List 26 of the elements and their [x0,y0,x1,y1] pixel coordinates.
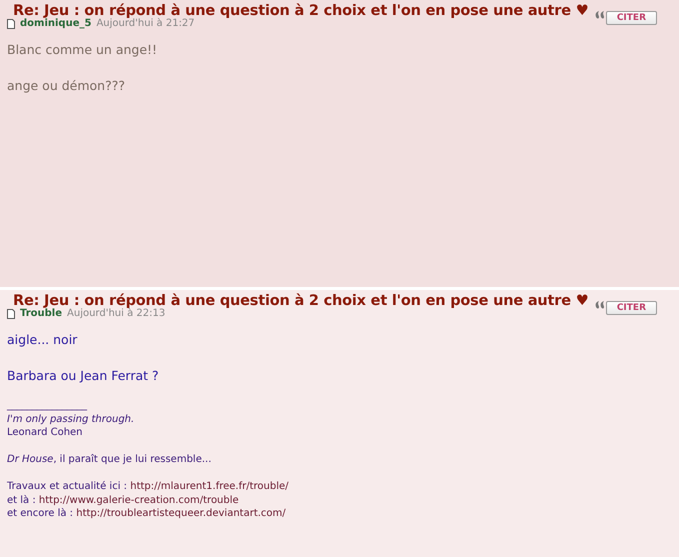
quote-icon [594,11,605,19]
post-text: Barbara ou Jean Ferrat ? [7,367,160,385]
post-title: Re: Jeu : on répond à une question à 2 choix et l'on en pose une autre ♥ [13,293,588,309]
document-icon [7,18,15,28]
post-text: Blanc comme un ange!! [7,41,158,59]
signature-separator: ________________ [7,399,88,412]
signature-text: et là : [7,494,36,506]
post-date: Aujourd'hui à 22:13 [67,308,166,319]
signature-link[interactable]: http://mlaurent1.free.fr/trouble/ [130,481,289,492]
signature-text: Leonard Cohen [7,426,84,440]
post-text: ange ou démon??? [7,77,126,95]
author-name[interactable]: dominique_5 [20,18,92,29]
signature-text: et encore là : [7,508,74,519]
signature-text: Dr House, il paraît que je lui ressemble... [7,453,212,466]
signature-link[interactable]: http://troubleartistequeer.deviantart.com/ [76,508,286,519]
signature-quote: I'm only passing through. [7,412,136,426]
document-icon [7,308,15,318]
post-title: Re: Jeu : on répond à une question à 2 choix et l'on en pose une autre ♥ [13,3,588,19]
post-date: Aujourd'hui à 21:27 [96,18,195,29]
quote-button[interactable]: CITER [606,301,657,315]
signature-text: Travaux et actualité ici : [7,481,128,492]
quote-icon [594,301,605,309]
author-name[interactable]: Trouble [20,308,62,319]
signature-link[interactable]: http://www.galerie-creation.com/trouble [38,494,239,506]
post-text: aigle... noir [7,331,78,349]
quote-button[interactable]: CITER [606,11,657,25]
